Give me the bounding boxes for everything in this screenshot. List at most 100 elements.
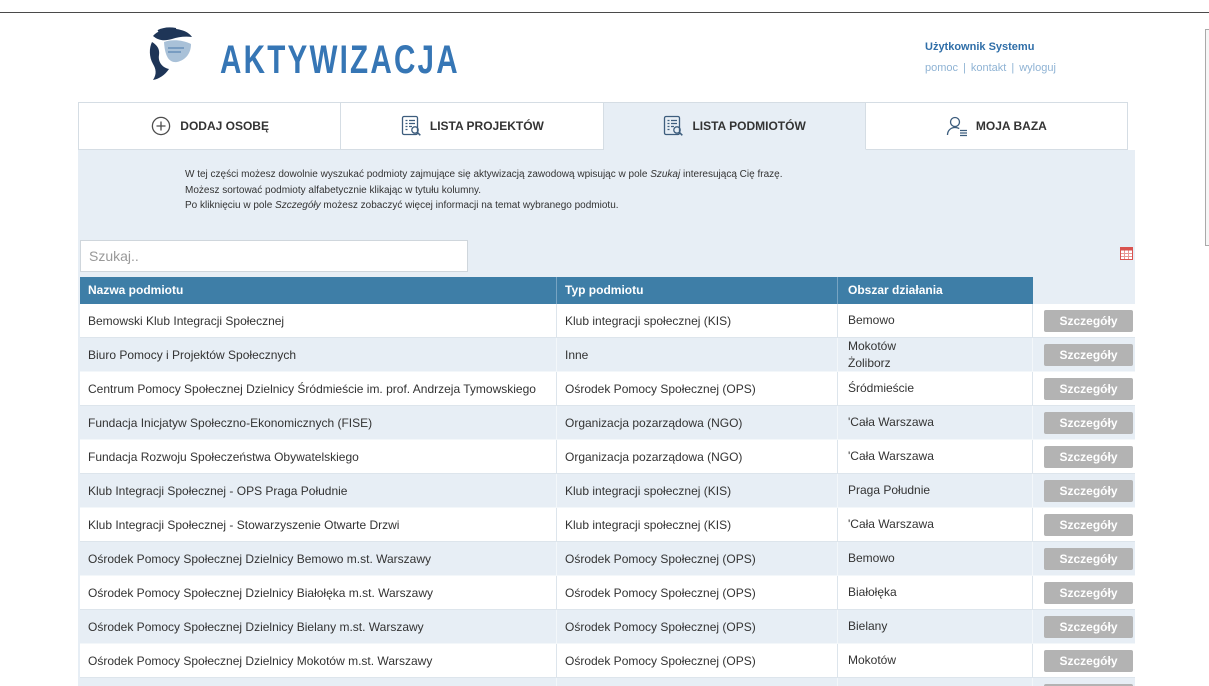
entity-area: 'Cała Warszawa — [838, 406, 1033, 440]
details-button[interactable]: Szczegóły — [1044, 411, 1133, 434]
main-nav: DODAJ OSOBĘ LISTA PROJEKTÓW LISTA PODMIO… — [78, 102, 1128, 150]
actions-cell: Szczegóły — [1033, 542, 1135, 576]
table-row: Ośrodek Pomocy Społecznej Dzielnicy Bemo… — [80, 542, 1135, 576]
details-button[interactable]: Szczegóły — [1044, 615, 1133, 638]
link-separator: | — [1011, 62, 1015, 74]
info-line-search: W tej części możesz dowolnie wyszukać po… — [185, 167, 1135, 183]
user-box: Użytkownik Systemu pomoc | kontakt | wyloguj — [925, 40, 1056, 75]
link-separator: | — [963, 62, 966, 74]
contact-link[interactable]: kontakt — [971, 62, 1006, 74]
table-body: Bemowski Klub Integracji Społecznej Klub… — [80, 304, 1135, 678]
tab-label: MOJA BAZA — [975, 119, 1047, 133]
entity-area: Śródmieście — [838, 372, 1033, 406]
search-input[interactable] — [80, 240, 468, 272]
logo-icon — [149, 27, 193, 81]
table-row: Ośrodek Pomocy Społecznej Dzielnicy Biał… — [80, 576, 1135, 610]
info-text-part: interesującą Cię frazę. — [680, 169, 783, 180]
actions-cell: Szczegóły — [1033, 508, 1135, 542]
entity-area: 'Cała Warszawa — [838, 508, 1033, 542]
actions-cell: Szczegóły — [1033, 372, 1135, 406]
main-content: W tej części możesz dowolnie wyszukać po… — [78, 150, 1135, 686]
entity-name: Ośrodek Pomocy Społecznej Dzielnicy Biel… — [80, 610, 557, 644]
area-line: 'Cała Warszawa — [848, 415, 934, 429]
details-button[interactable]: Szczegóły — [1044, 649, 1133, 672]
user-list-icon — [946, 115, 968, 137]
entity-area: Bemowo — [838, 304, 1033, 338]
entity-name: Fundacja Rozwoju Społeczeństwa Obywatels… — [80, 440, 557, 474]
area-line: Mokotów — [848, 653, 897, 667]
details-button[interactable]: Szczegóły — [1044, 445, 1133, 468]
area-line: Bemowo — [848, 313, 895, 327]
column-header-name[interactable]: Nazwa podmiotu — [80, 277, 557, 304]
area-line: Żoliborz — [848, 355, 891, 370]
actions-cell — [1033, 678, 1135, 686]
table-row: Ośrodek Pomocy Społecznej Dzielnicy Biel… — [80, 610, 1135, 644]
tab-my-base[interactable]: MOJA BAZA — [865, 102, 1128, 150]
area-line: 'Cała Warszawa — [848, 517, 934, 531]
tab-project-list[interactable]: LISTA PROJEKTÓW — [341, 102, 604, 150]
actions-cell: Szczegóły — [1033, 610, 1135, 644]
actions-cell: Szczegóły — [1033, 474, 1135, 508]
info-line-sort: Możesz sortować podmioty alfabetycznie k… — [185, 184, 482, 196]
entity-name — [80, 678, 557, 686]
entity-name: Bemowski Klub Integracji Społecznej — [80, 304, 557, 338]
column-header-area[interactable]: Obszar działania — [838, 277, 1033, 304]
entity-area: Mokotów — [838, 644, 1033, 678]
list-search-icon — [662, 115, 684, 137]
tab-label: LISTA PODMIOTÓW — [692, 119, 806, 133]
info-emphasis: Szukaj — [650, 169, 681, 180]
actions-cell: Szczegóły — [1033, 406, 1135, 440]
table-toolbar — [78, 240, 1135, 277]
entity-type — [557, 678, 838, 686]
list-search-icon — [400, 115, 422, 137]
table-row: Fundacja Inicjatyw Społeczno-Ekonomiczny… — [80, 406, 1135, 440]
entity-area: Praga Południe — [838, 474, 1033, 508]
entity-type: Ośrodek Pomocy Społecznej (OPS) — [557, 372, 838, 406]
details-button[interactable]: Szczegóły — [1044, 479, 1133, 502]
table-row — [80, 678, 1135, 686]
logout-link[interactable]: wyloguj — [1019, 62, 1056, 74]
details-button[interactable]: Szczegóły — [1044, 581, 1133, 604]
entity-area: Mokotów Żoliborz — [838, 338, 1033, 372]
table-export-icon[interactable] — [1120, 247, 1133, 260]
header: AKTYWIZACJA Użytkownik Systemu pomoc | kon… — [78, 13, 1135, 102]
area-line: Praga Południe — [848, 483, 931, 497]
entity-area — [838, 678, 1033, 686]
page-container: AKTYWIZACJA Użytkownik Systemu pomoc | kon… — [78, 13, 1135, 686]
info-emphasis: Szczegóły — [275, 200, 321, 211]
details-button[interactable]: Szczegóły — [1044, 343, 1133, 366]
tab-add-person[interactable]: DODAJ OSOBĘ — [78, 102, 342, 150]
entity-name: Ośrodek Pomocy Społecznej Dzielnicy Biał… — [80, 576, 557, 610]
actions-cell: Szczegóły — [1033, 304, 1135, 338]
scrollbar[interactable] — [1205, 29, 1209, 246]
table-row: Bemowski Klub Integracji Społecznej Klub… — [80, 304, 1135, 338]
table-row: Klub Integracji Społecznej - OPS Praga P… — [80, 474, 1135, 508]
area-line: Bemowo — [848, 551, 895, 565]
entity-name: Ośrodek Pomocy Społecznej Dzielnicy Moko… — [80, 644, 557, 678]
entity-type: Organizacja pozarządowa (NGO) — [557, 406, 838, 440]
help-link[interactable]: pomoc — [925, 62, 958, 74]
entity-type: Klub integracji społecznej (KIS) — [557, 508, 838, 542]
entity-type: Ośrodek Pomocy Społecznej (OPS) — [557, 542, 838, 576]
details-button[interactable]: Szczegóły — [1044, 547, 1133, 570]
details-button[interactable]: Szczegóły — [1044, 513, 1133, 536]
brand-link[interactable]: AKTYWIZACJA — [78, 13, 498, 102]
area-line: Mokotów — [848, 338, 897, 353]
details-button[interactable]: Szczegóły — [1044, 377, 1133, 400]
details-button[interactable]: Szczegóły — [1044, 309, 1133, 332]
info-text-part: możesz zobaczyć więcej informacji na tem… — [320, 200, 619, 211]
entity-type: Ośrodek Pomocy Społecznej (OPS) — [557, 576, 838, 610]
info-text: W tej części możesz dowolnie wyszukać po… — [78, 150, 1135, 240]
entity-type: Klub integracji społecznej (KIS) — [557, 304, 838, 338]
table-row: Centrum Pomocy Społecznej Dzielnicy Śród… — [80, 372, 1135, 406]
area-line: Bielany — [848, 619, 888, 633]
info-line-details: Po kliknięciu w pole Szczegóły możesz zo… — [185, 198, 1135, 214]
entity-name: Klub Integracji Społecznej - OPS Praga P… — [80, 474, 557, 508]
entity-name: Klub Integracji Społecznej - Stowarzysze… — [80, 508, 557, 542]
tab-entity-list[interactable]: LISTA PODMIOTÓW — [603, 102, 866, 150]
column-header-type[interactable]: Typ podmiotu — [557, 277, 838, 304]
column-header-actions — [1033, 277, 1135, 304]
actions-cell: Szczegóły — [1033, 644, 1135, 678]
table-row: Fundacja Rozwoju Społeczeństwa Obywatels… — [80, 440, 1135, 474]
entity-type: Ośrodek Pomocy Społecznej (OPS) — [557, 610, 838, 644]
